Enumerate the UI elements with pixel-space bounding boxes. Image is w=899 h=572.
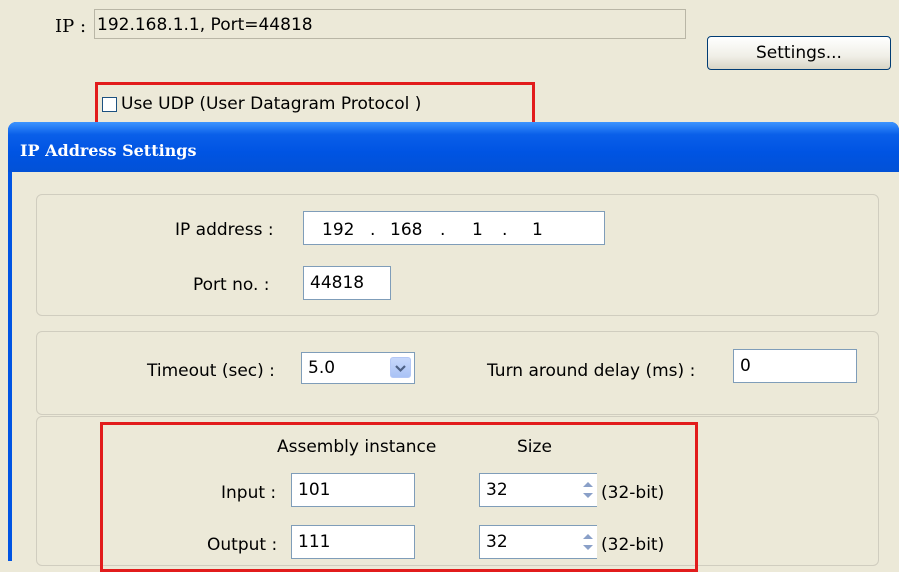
ip-address-label: IP address : xyxy=(175,220,274,240)
ip-address-input[interactable]: 192 . 168 . 1 . 1 xyxy=(303,211,605,245)
turn-around-delay-label: Turn around delay (ms) : xyxy=(487,361,696,381)
timeout-label: Timeout (sec) : xyxy=(147,361,275,381)
assembly-highlight-box xyxy=(100,422,698,572)
dialog-body: IP address : 192 . 168 . 1 . 1 Port no. … xyxy=(12,172,899,572)
settings-button[interactable]: Settings... xyxy=(707,36,891,70)
chevron-down-icon[interactable] xyxy=(390,357,411,378)
ip-octet-3: 1 xyxy=(472,220,483,240)
port-input[interactable]: 44818 xyxy=(303,266,391,300)
ip-summary-field: 192.168.1.1, Port=44818 xyxy=(94,9,686,39)
ip-address-settings-dialog: IP Address Settings IP address : 192 . 1… xyxy=(8,122,899,572)
ip-octet-1: 192 xyxy=(322,220,355,240)
timeout-value: 5.0 xyxy=(308,358,336,378)
ip-dot: . xyxy=(502,220,508,240)
ip-octet-4: 1 xyxy=(532,220,543,240)
dialog-title: IP Address Settings xyxy=(20,141,197,160)
dialog-titlebar[interactable]: IP Address Settings xyxy=(8,122,899,172)
timeout-select[interactable]: 5.0 xyxy=(301,352,415,384)
address-group: IP address : 192 . 168 . 1 . 1 Port no. … xyxy=(36,194,879,316)
ip-dot: . xyxy=(370,220,376,240)
timeout-group: Timeout (sec) : 5.0 Turn around delay (m… xyxy=(36,331,879,415)
ip-label: IP : xyxy=(55,16,87,37)
turn-around-delay-input[interactable]: 0 xyxy=(733,349,857,383)
ip-dot: . xyxy=(440,220,446,240)
ip-octet-2: 168 xyxy=(390,220,423,240)
port-label: Port no. : xyxy=(193,275,270,295)
